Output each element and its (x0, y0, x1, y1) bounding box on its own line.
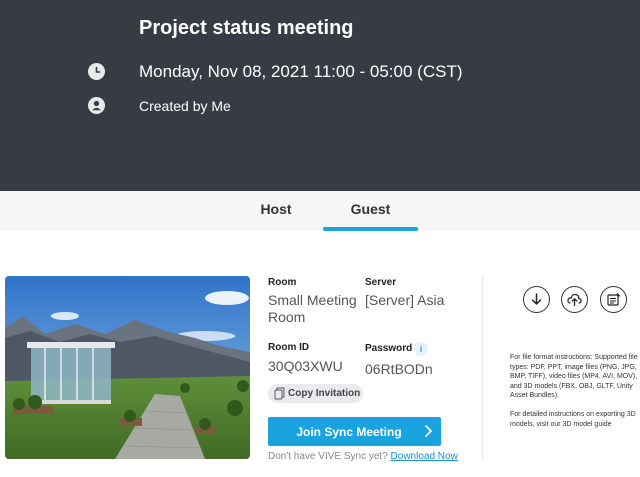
copy-invitation-button[interactable]: Copy Invitation (268, 384, 363, 403)
password-label: Password (365, 343, 413, 354)
upload-button[interactable] (561, 286, 588, 313)
user-icon (88, 97, 105, 114)
copy-invitation-label: Copy Invitation (288, 388, 361, 399)
download-now-link[interactable]: Download Now (391, 451, 458, 462)
copy-icon (274, 387, 285, 403)
room-value: Small Meeting Room (268, 292, 357, 325)
server-value: [Server] Asia (365, 292, 445, 308)
server-label: Server (365, 277, 397, 288)
info-icon[interactable]: i (414, 342, 428, 356)
no-vive-text: Don't have VIVE Sync yet? (268, 451, 388, 462)
meeting-datetime: Monday, Nov 08, 2021 11:00 - 05:00 (CST) (139, 62, 463, 81)
room-id-label: Room ID (268, 342, 310, 353)
no-vive-prompt: Don't have VIVE Sync yet? Download Now (268, 451, 458, 462)
meeting-creator: Created by Me (139, 98, 231, 114)
tab-guest[interactable]: Guest (323, 191, 418, 231)
clock-icon (88, 63, 105, 80)
file-format-instructions: For file format instructions: Supported … (510, 354, 638, 399)
join-sync-meeting-button[interactable]: Join Sync Meeting (268, 417, 441, 446)
room-label: Room (268, 277, 297, 288)
room-id-value: 30Q03XWU (268, 358, 343, 374)
role-tabs: Host Guest (0, 191, 640, 231)
tab-host[interactable]: Host (236, 191, 316, 231)
password-value: 06RtBODn (365, 361, 433, 377)
export-3d-instructions: For detailed instructions on exporting 3… (510, 411, 636, 428)
meeting-title: Project status meeting (139, 17, 354, 39)
column-divider (482, 276, 483, 459)
tab-selected-indicator (323, 227, 418, 231)
notes-button[interactable] (600, 286, 627, 313)
chevron-right-icon (423, 423, 433, 442)
download-button[interactable] (523, 286, 550, 313)
join-button-label: Join Sync Meeting (296, 425, 402, 439)
meeting-header: Project status meeting Monday, Nov 08, 2… (0, 0, 640, 191)
room-preview-image (5, 276, 250, 459)
